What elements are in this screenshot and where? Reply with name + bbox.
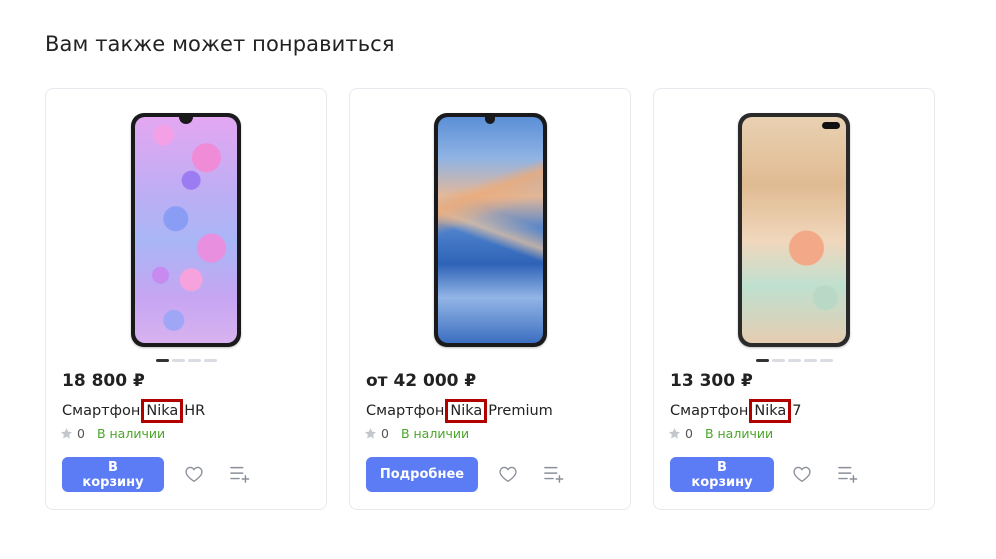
heart-icon[interactable] (792, 465, 812, 483)
highlighted-term: Nika (749, 399, 792, 423)
phone-image (433, 113, 547, 347)
product-name-prefix: Смартфон (62, 403, 141, 419)
product-image[interactable] (350, 113, 630, 349)
stock-status: В наличии (96, 426, 166, 441)
image-pagination[interactable] (654, 359, 934, 362)
product-meta: 0 В наличии (364, 426, 469, 441)
product-meta: 0 В наличии (668, 426, 773, 441)
pagination-dot[interactable] (819, 359, 833, 362)
product-card: 18 800 ₽ Смартфон Nika HR 0 В наличии В ко… (45, 88, 327, 510)
star-icon (668, 428, 681, 439)
compare-list-icon[interactable] (837, 464, 859, 484)
phone-image (738, 113, 850, 347)
add-to-cart-button[interactable]: В корзину (62, 457, 164, 492)
product-card: 13 300 ₽ Смартфон Nika 7 0 В наличии В кор… (653, 88, 935, 510)
details-button[interactable]: Подробнее (366, 457, 478, 492)
product-name-prefix: Смартфон (670, 403, 749, 419)
product-name[interactable]: Смартфон Nika HR (62, 399, 205, 423)
highlighted-term: Nika (445, 399, 488, 423)
image-pagination[interactable] (46, 359, 326, 362)
star-icon (60, 428, 73, 439)
highlighted-term: Nika (141, 399, 184, 423)
product-meta: 0 В наличии (60, 426, 165, 441)
product-card: от 42 000 ₽ Смартфон Nika Premium 0 В нали… (349, 88, 631, 510)
add-to-cart-button[interactable]: В корзину (670, 457, 774, 492)
pagination-dot[interactable] (803, 359, 817, 362)
pagination-dot[interactable] (155, 359, 169, 362)
heart-icon[interactable] (184, 465, 204, 483)
rating-count: 0 (685, 426, 693, 441)
pagination-dot[interactable] (187, 359, 201, 362)
product-name-prefix: Смартфон (366, 403, 445, 419)
product-name[interactable]: Смартфон Nika 7 (670, 399, 802, 423)
compare-list-icon[interactable] (229, 464, 251, 484)
pagination-dot[interactable] (787, 359, 801, 362)
phone-image (131, 113, 241, 347)
pagination-dot[interactable] (755, 359, 769, 362)
rating-count: 0 (77, 426, 85, 441)
product-price: от 42 000 ₽ (366, 371, 477, 391)
pagination-dot[interactable] (203, 359, 217, 362)
product-name[interactable]: Смартфон Nika Premium (366, 399, 553, 423)
product-name-suffix: Premium (488, 403, 553, 419)
heart-icon[interactable] (498, 465, 518, 483)
product-price: 13 300 ₽ (670, 371, 753, 391)
product-image[interactable] (46, 113, 326, 349)
compare-list-icon[interactable] (543, 464, 565, 484)
stock-status: В наличии (400, 426, 470, 441)
product-name-suffix: HR (184, 403, 206, 419)
product-price: 18 800 ₽ (62, 371, 145, 391)
stock-status: В наличии (704, 426, 774, 441)
section-title: Вам также может понравиться (45, 32, 395, 56)
pagination-dot[interactable] (771, 359, 785, 362)
product-image[interactable] (654, 113, 934, 349)
rating-count: 0 (381, 426, 389, 441)
pagination-dot[interactable] (171, 359, 185, 362)
product-name-suffix: 7 (792, 403, 802, 419)
star-icon (364, 428, 377, 439)
